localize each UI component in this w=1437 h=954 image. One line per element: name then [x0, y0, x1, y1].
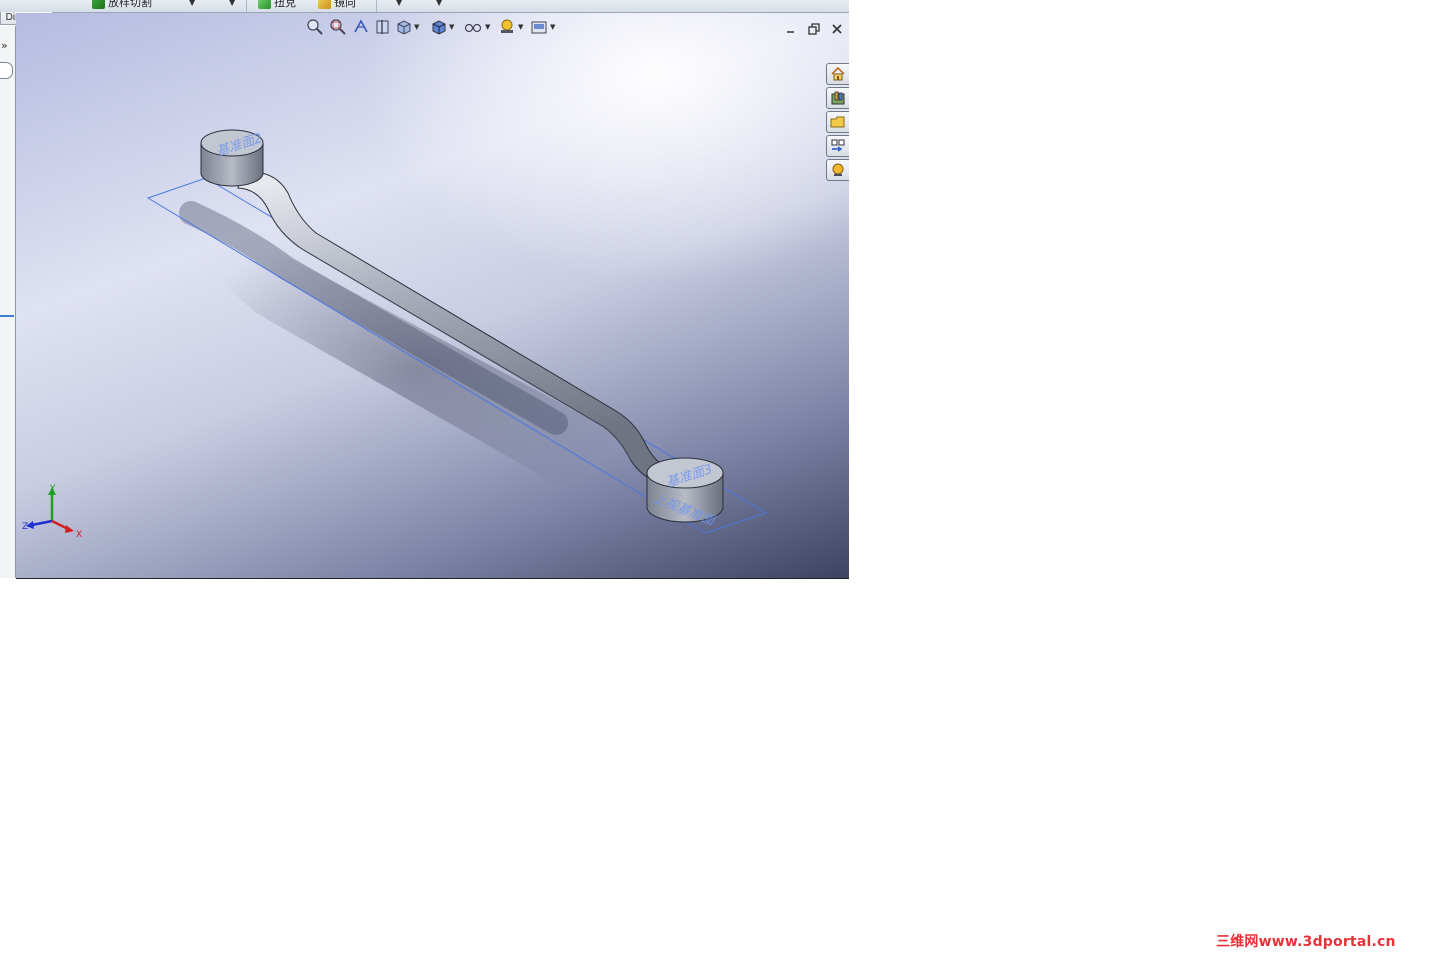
minimize-button[interactable]: [784, 21, 798, 35]
part-model[interactable]: 基准面2 基准面3 上视基准面: [16, 13, 849, 578]
display-style-dropdown[interactable]: ▼: [449, 23, 454, 31]
feature-manager-panel: »: [0, 26, 16, 578]
mirror-label: 镜向: [334, 0, 356, 9]
file-explorer-icon: [830, 116, 845, 128]
task-pane-tab-view-palette[interactable]: [826, 135, 849, 157]
wrap-icon: [258, 0, 271, 9]
previous-view-button[interactable]: [352, 18, 370, 36]
mirror-icon: [318, 0, 331, 9]
view-orientation-button[interactable]: [395, 18, 413, 36]
solidworks-resources-icon: [831, 66, 845, 81]
zoom-to-fit-button[interactable]: [306, 18, 324, 36]
panel-tab-handle[interactable]: [0, 62, 13, 79]
task-pane-tab-file-explorer[interactable]: [826, 111, 849, 133]
task-pane-tab-appearances[interactable]: [826, 159, 849, 181]
zoom-to-area-button[interactable]: [329, 18, 347, 36]
close-button[interactable]: [830, 21, 844, 35]
dropdown-arrow-icon[interactable]: ▼: [189, 0, 195, 7]
coordinate-triad: Y Z X: [22, 484, 82, 540]
expand-panel-button[interactable]: »: [1, 39, 8, 52]
graphics-viewport[interactable]: 基准面2 基准面3 上视基准面 ▼ ▼ ▼ ▼ ▼ Y Z X: [16, 13, 849, 579]
apply-scene-button[interactable]: [530, 18, 548, 36]
task-pane-tab-resources[interactable]: [826, 63, 849, 85]
hide-show-items-button[interactable]: [463, 18, 483, 36]
apply-scene-dropdown[interactable]: ▼: [550, 23, 555, 31]
task-pane-tab-design-library[interactable]: [826, 87, 849, 109]
panel-active-indicator: [0, 315, 14, 317]
watermark: 三维网www.3dportal.cn: [1216, 934, 1396, 950]
edit-appearance-button[interactable]: [498, 18, 516, 36]
command-toolbar: 放样切割 ▼ ▼ 扭克 镜向 ▼ ▼: [0, 0, 849, 13]
display-style-icon: [432, 20, 446, 35]
mirror-button[interactable]: 镜向: [318, 0, 356, 10]
wrap-button[interactable]: 扭克: [258, 0, 296, 10]
hide-show-items-icon: [464, 23, 482, 33]
model-shadow: [179, 201, 568, 435]
zoom-to-fit-icon: [307, 19, 323, 35]
restore-button[interactable]: [807, 21, 821, 35]
view-orientation-icon: [397, 20, 411, 35]
dropdown-arrow-icon[interactable]: ▼: [396, 0, 402, 7]
hide-show-items-dropdown[interactable]: ▼: [485, 23, 490, 31]
section-view-button[interactable]: [374, 18, 392, 36]
edit-appearance-dropdown[interactable]: ▼: [518, 23, 523, 31]
toolbar-divider: [246, 0, 247, 12]
view-orientation-dropdown[interactable]: ▼: [414, 23, 419, 31]
section-view-icon: [376, 20, 389, 34]
view-palette-icon: [831, 139, 845, 152]
toolbar-divider: [376, 0, 377, 12]
wrap-label: 扭克: [274, 0, 296, 9]
design-library-icon: [831, 91, 845, 105]
triad-z-label: Z: [22, 522, 28, 532]
previous-view-icon: [354, 19, 368, 33]
minimize-icon: [787, 31, 794, 33]
dropdown-arrow-icon[interactable]: ▼: [229, 0, 235, 7]
display-style-button[interactable]: [430, 18, 448, 36]
triad-y-label: Y: [49, 484, 56, 494]
dropdown-arrow-icon[interactable]: ▼: [436, 0, 442, 7]
model-shadow: [176, 218, 656, 518]
triad-x-label: X: [76, 530, 82, 540]
appearances-scenes-icon: [832, 163, 844, 176]
edit-appearance-icon: [501, 19, 513, 33]
lofted-cut-label: 放样切割: [108, 0, 152, 9]
apply-scene-icon: [531, 21, 547, 34]
lofted-cut-button[interactable]: 放样切割: [92, 0, 152, 10]
zoom-to-area-icon: [330, 19, 346, 35]
close-icon: [832, 24, 842, 34]
restore-icon: [808, 23, 820, 35]
lofted-cut-icon: [92, 0, 105, 9]
